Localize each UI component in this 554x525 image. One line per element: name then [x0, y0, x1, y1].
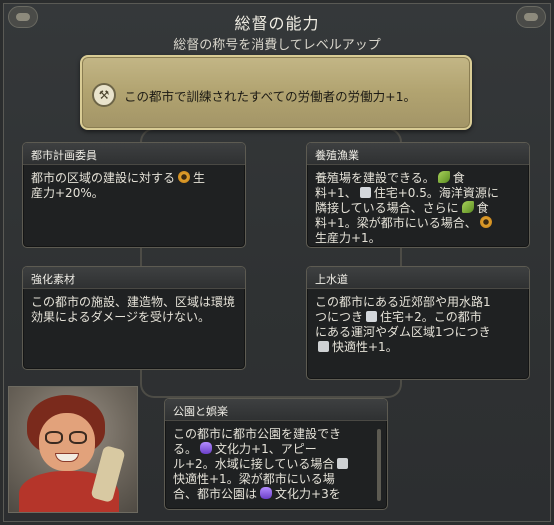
- card-text: 食: [476, 201, 489, 215]
- card-title: 都市計画委員: [23, 143, 245, 165]
- portrait-scroll: [90, 445, 126, 503]
- card-title: 公園と娯楽: [165, 399, 387, 421]
- worker-icon: ⚒: [92, 83, 116, 107]
- tree-connector-top: [140, 128, 402, 142]
- culture-icon: [200, 442, 213, 454]
- card-text: 料+1。梁が都市にいる場合、: [315, 216, 477, 230]
- panel-title: 総督の能力: [234, 14, 320, 33]
- promotion-card-reinforced-materials[interactable]: 強化素材 この都市の施設、建造物、区域は環境効果によるダメージを受けない。: [22, 266, 246, 370]
- card-text: この都市に都市公園を建設でき: [173, 427, 342, 441]
- card-body: この都市にある近郊部や用水路1 つにつき 住宅+2。この都市 にある運河やダム区域…: [307, 289, 529, 361]
- card-title: 養殖漁業: [307, 143, 529, 165]
- housing-icon: [366, 311, 378, 322]
- portrait-glasses: [69, 431, 87, 444]
- governor-portrait: [8, 386, 138, 513]
- promotion-card-parks-recreation[interactable]: 公園と娯楽 この都市に都市公園を建設でき る。 文化力+1、アピー ル+2。水域に…: [164, 398, 388, 510]
- card-text: 合、都市公園は: [173, 487, 258, 501]
- card-text: 隣接している場合、さらに: [315, 201, 459, 215]
- card-text: 食: [452, 171, 465, 185]
- card-text: にある運河やダム区域1つにつき: [315, 325, 491, 339]
- card-text: つにつき: [315, 310, 364, 324]
- card-text: 生産力+1。: [315, 231, 381, 245]
- card-text: 産力+20%。: [31, 186, 104, 200]
- card-body: 養殖場を建設できる。食 料+1、 住宅+0.5。海洋資源に 隣接している場合、さら…: [307, 165, 529, 252]
- card-text: 快適性+1。梁が都市にいる場: [173, 472, 335, 486]
- card-text: 料+1、: [315, 186, 357, 200]
- production-icon: [479, 216, 492, 228]
- card-text: 住宅+2。この都市: [380, 310, 482, 324]
- culture-icon: [260, 487, 273, 499]
- card-title: 上水道: [307, 267, 529, 289]
- promotion-card-city-planning[interactable]: 都市計画委員 都市の区域の建設に対する 生 産力+20%。: [22, 142, 246, 248]
- card-body: この都市の施設、建造物、区域は環境効果によるダメージを受けない。: [31, 295, 236, 324]
- card-body: この都市に都市公園を建設でき る。 文化力+1、アピー ル+2。水域に接している場…: [165, 421, 387, 508]
- card-text: ル+2。水域に接している場合: [173, 457, 335, 471]
- selected-promotion[interactable]: ⚒ この都市で訓練されたすべての労働者の労働力+1。: [80, 55, 472, 130]
- card-text: この都市にある近郊部や用水路1: [315, 295, 491, 309]
- promotion-card-aquaculture[interactable]: 養殖漁業 養殖場を建設できる。食 料+1、 住宅+0.5。海洋資源に 隣接している…: [306, 142, 530, 248]
- card-text: 文化力+3を: [275, 487, 341, 501]
- card-text: 住宅+0.5。海洋資源に: [373, 186, 499, 200]
- card-text: る。: [173, 442, 198, 456]
- portrait-glasses: [45, 431, 63, 444]
- card-body: 都市の区域の建設に対する 生 産力+20%。: [23, 165, 245, 207]
- card-text: 生: [193, 171, 206, 185]
- food-icon: [461, 201, 474, 213]
- card-scrollbar[interactable]: [377, 429, 381, 501]
- panel-subtitle: 総督の称号を消費してレベルアップ: [173, 38, 381, 53]
- promotion-card-water-works[interactable]: 上水道 この都市にある近郊部や用水路1 つにつき 住宅+2。この都市 にある運河や…: [306, 266, 530, 380]
- card-text: 快適性+1。: [332, 340, 398, 354]
- production-icon: [178, 171, 191, 183]
- housing-icon: [359, 187, 371, 198]
- card-text: 養殖場を建設できる。: [315, 171, 435, 185]
- card-text: 文化力+1、アピー: [215, 442, 317, 456]
- food-icon: [437, 171, 450, 183]
- promotion-text: この都市で訓練されたすべての労働者の労働力+1。: [124, 89, 417, 104]
- amenity-icon: [318, 341, 329, 352]
- card-text: 都市の区域の建設に対する: [31, 171, 176, 185]
- amenity-icon: [337, 458, 349, 469]
- card-title: 強化素材: [23, 267, 245, 289]
